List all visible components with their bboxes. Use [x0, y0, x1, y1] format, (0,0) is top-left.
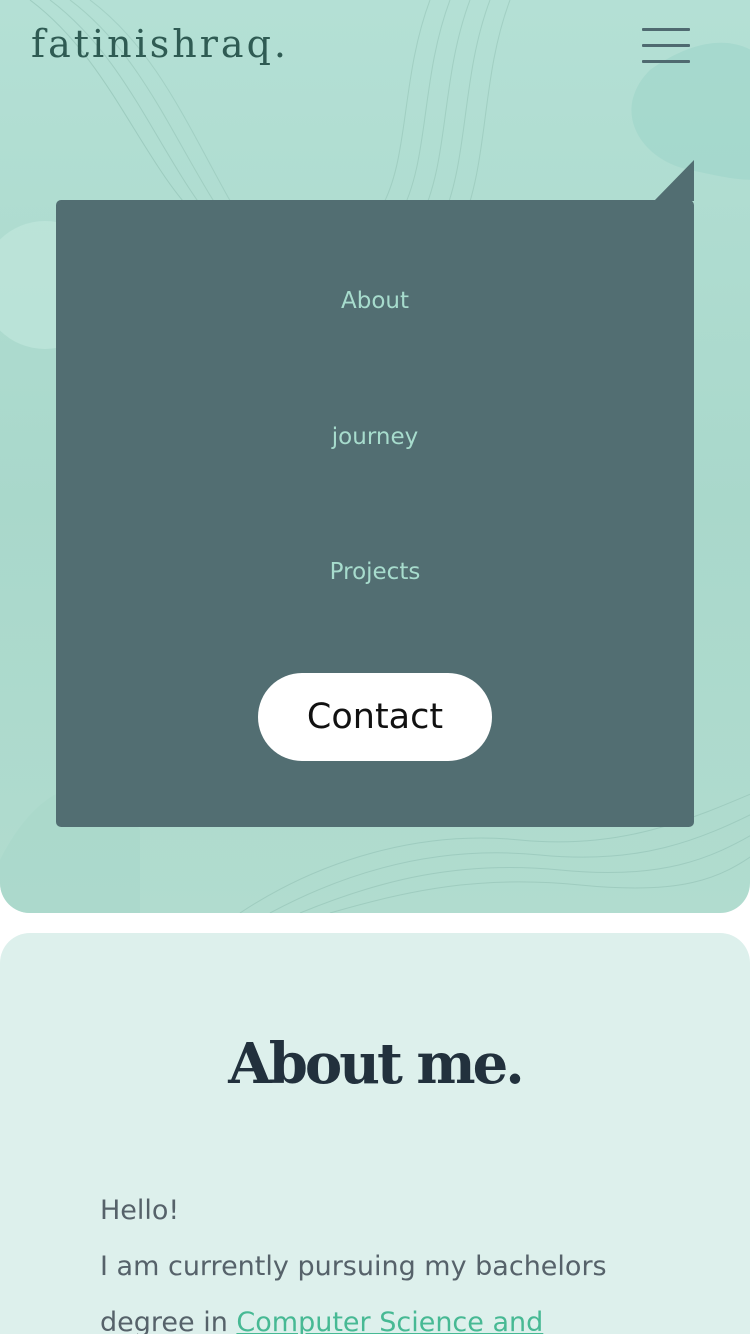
about-paragraph: I am currently pursuing my bachelors deg… [100, 1239, 660, 1334]
menu-bar-top [642, 28, 690, 31]
nav-link-about[interactable]: About [56, 288, 694, 314]
site-logo[interactable]: fatinishraq. [31, 22, 289, 66]
degree-link[interactable]: Computer Science and [236, 1307, 543, 1334]
about-heading: About me. [228, 1031, 524, 1097]
about-section: About me. Hello! I am currently pursuing… [0, 933, 750, 1334]
nav-link-projects[interactable]: Projects [56, 559, 694, 585]
menu-bar-middle [642, 44, 690, 47]
page: fatinishraq. About journey Projects Cont… [0, 0, 750, 1334]
about-body: Hello! I am currently pursuing my bachel… [100, 1183, 660, 1334]
hero-section: fatinishraq. About journey Projects Cont… [0, 0, 750, 913]
contact-button[interactable]: Contact [258, 673, 492, 761]
dropdown-pointer [654, 160, 694, 201]
nav-dropdown-menu: About journey Projects Contact [56, 200, 694, 827]
menu-bar-bottom [642, 60, 690, 63]
hamburger-menu-icon[interactable] [640, 26, 692, 66]
nav-link-journey[interactable]: journey [56, 424, 694, 450]
about-greeting: Hello! [100, 1195, 180, 1226]
